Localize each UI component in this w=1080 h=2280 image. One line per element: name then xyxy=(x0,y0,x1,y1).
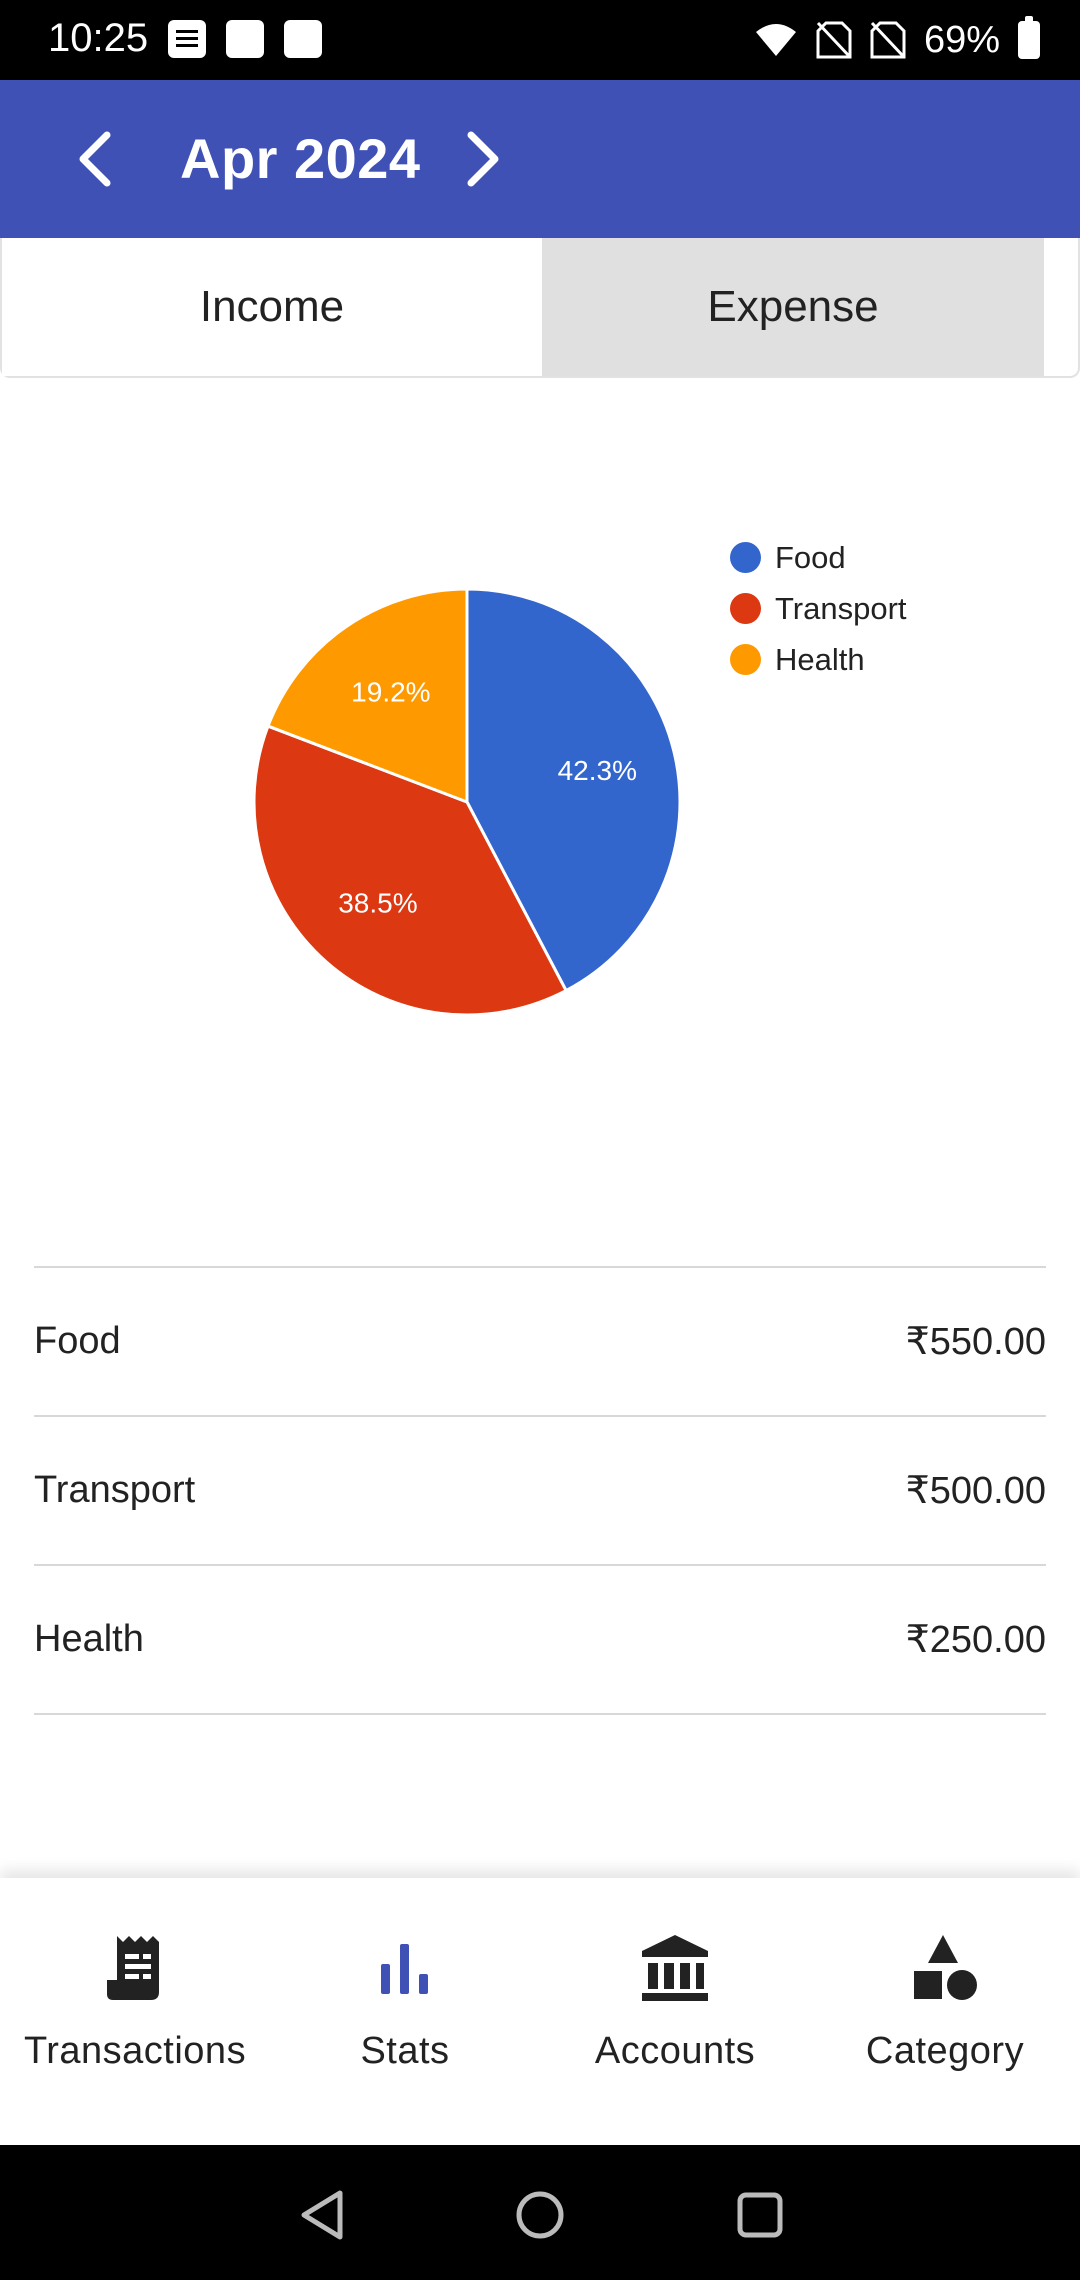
no-sim-icon xyxy=(870,21,906,59)
nav-label: Transactions xyxy=(23,2030,247,2072)
document-notification-icon xyxy=(168,20,206,58)
no-sim-icon xyxy=(816,21,852,59)
chevron-left-icon xyxy=(79,131,111,187)
nav-label: Stats xyxy=(360,2030,450,2072)
legend-swatch xyxy=(730,542,761,573)
month-title: Apr 2024 xyxy=(180,127,421,190)
category-amount: ₹500.00 xyxy=(905,1470,1046,1512)
shapes-icon xyxy=(910,1930,980,2006)
system-navigation-bar xyxy=(0,2145,1080,2280)
legend-label: Food xyxy=(775,539,846,575)
list-item[interactable]: Health ₹250.00 xyxy=(34,1566,1046,1715)
nav-label: Category xyxy=(865,2030,1025,2072)
pie-slice-label: 38.5% xyxy=(338,887,417,918)
legend-label: Transport xyxy=(775,590,907,626)
nav-category[interactable]: Category xyxy=(810,1878,1080,2145)
chevron-right-icon xyxy=(467,131,499,187)
bank-icon xyxy=(640,1930,710,2006)
notification-icon xyxy=(284,20,322,58)
nav-label: Accounts xyxy=(594,2030,756,2072)
bar-chart-icon xyxy=(370,1930,440,2006)
status-bar: 10:25 69% xyxy=(0,0,1080,80)
category-list: Food ₹550.00 Transport ₹500.00 Health ₹2… xyxy=(34,1266,1046,1715)
tab-expense[interactable]: Expense xyxy=(542,238,1044,376)
nav-stats[interactable]: Stats xyxy=(270,1878,540,2145)
list-item[interactable]: Food ₹550.00 xyxy=(34,1268,1046,1417)
list-item[interactable]: Transport ₹500.00 xyxy=(34,1417,1046,1566)
receipt-icon xyxy=(100,1930,170,2006)
chart-legend: Food Transport Health xyxy=(730,532,907,685)
pie-slice-label: 19.2% xyxy=(351,676,430,707)
nav-accounts[interactable]: Accounts xyxy=(540,1878,810,2145)
wifi-icon xyxy=(755,24,796,56)
category-amount: ₹550.00 xyxy=(905,1321,1046,1363)
next-month-button[interactable] xyxy=(443,119,523,199)
battery-icon xyxy=(1018,16,1040,59)
battery-percentage: 69% xyxy=(923,18,1000,61)
category-name: Food xyxy=(34,1320,121,1362)
legend-swatch xyxy=(730,644,761,675)
legend-item: Food xyxy=(730,532,907,583)
legend-item: Health xyxy=(730,634,907,685)
category-amount: ₹250.00 xyxy=(905,1619,1046,1661)
month-header: Apr 2024 xyxy=(0,80,1080,238)
nav-transactions[interactable]: Transactions xyxy=(0,1878,270,2145)
income-expense-tabs: Income Expense xyxy=(0,238,1080,378)
expense-pie-chart: 42.3% 38.5% 19.2% Food Transport Health xyxy=(0,420,1080,1180)
category-name: Health xyxy=(34,1618,144,1660)
home-icon[interactable] xyxy=(510,2185,570,2245)
tab-income[interactable]: Income xyxy=(2,238,542,376)
status-indicators: 69% xyxy=(754,0,1040,80)
bottom-navigation: Transactions Stats Accounts Category xyxy=(0,1878,1080,2145)
legend-item: Transport xyxy=(730,583,907,634)
back-icon[interactable] xyxy=(292,2185,352,2245)
previous-month-button[interactable] xyxy=(55,119,135,199)
legend-swatch xyxy=(730,593,761,624)
status-time: 10:25 xyxy=(48,16,149,60)
pie-chart-svg: 42.3% 38.5% 19.2% xyxy=(252,587,682,1017)
category-name: Transport xyxy=(34,1469,196,1511)
legend-label: Health xyxy=(775,641,865,677)
notification-icon xyxy=(226,20,264,58)
pie-slice-label: 42.3% xyxy=(558,755,637,786)
recents-icon[interactable] xyxy=(730,2185,790,2245)
